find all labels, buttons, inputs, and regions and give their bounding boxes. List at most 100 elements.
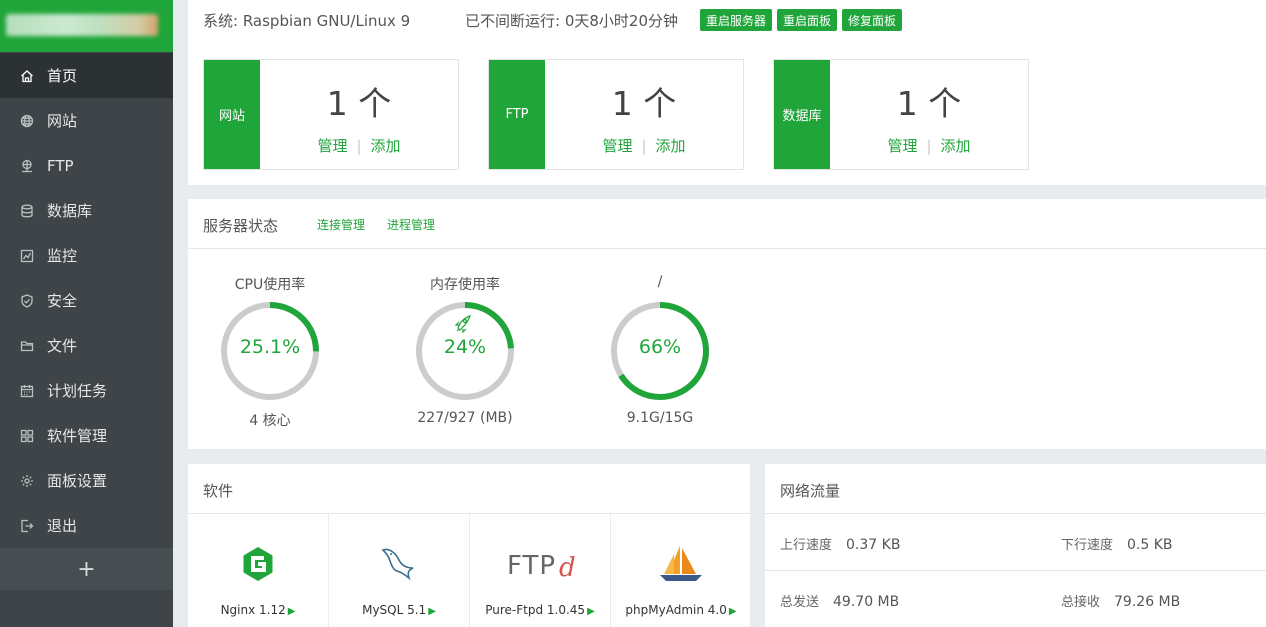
- database-icon: [20, 204, 34, 218]
- status-title: 服务器状态: [203, 217, 279, 235]
- sidebar-item-software[interactable]: 软件管理: [0, 413, 173, 458]
- sidebar-item-label: 软件管理: [47, 427, 108, 445]
- software-item-pureftpd[interactable]: FTP d Pure-Ftpd 1.0.45 ▶: [470, 514, 611, 627]
- gauge-value: 24%: [443, 336, 487, 358]
- sidebar-item-database[interactable]: 数据库: [0, 188, 173, 233]
- play-icon: ▶: [587, 606, 595, 617]
- card-count: 1 个: [326, 84, 392, 123]
- network-panel: 网络流量 上行速度 0.37 KB 下行速度 0.5 KB 总发送 49.70 MB …: [765, 464, 1266, 627]
- header-bar: 系统: Raspbian GNU/Linux 9 已不间断运行: 0天8小时20…: [188, 0, 1266, 45]
- memory-gauge[interactable]: 内存使用率 24% 227/927 (MB): [400, 274, 530, 426]
- download-speed: 下行速度 0.5 KB: [1061, 537, 1173, 553]
- card-count: 1 个: [611, 84, 677, 123]
- separator: |: [356, 137, 362, 155]
- software-item-phpmyadmin[interactable]: phpMyAdmin 4.0 ▶: [611, 514, 751, 627]
- connection-manage-link[interactable]: 连接管理: [317, 216, 365, 233]
- globe-icon: [20, 114, 34, 128]
- manage-link[interactable]: 管理: [317, 137, 347, 155]
- total-received: 总接收 79.26 MB: [1061, 594, 1181, 610]
- card-tag: 网站: [204, 60, 260, 169]
- card-links: 管理 | 添加: [260, 135, 458, 156]
- monitor-icon: [20, 249, 34, 263]
- gauge-label: 内存使用率: [430, 277, 500, 293]
- ftpd-logo: FTP d: [470, 544, 610, 584]
- process-manage-link[interactable]: 进程管理: [387, 216, 435, 233]
- add-link[interactable]: 添加: [941, 137, 971, 155]
- status-header: 服务器状态 连接管理 进程管理: [188, 199, 1266, 249]
- sidebar-item-settings[interactable]: 面板设置: [0, 458, 173, 503]
- ftp-card: FTP 1 个 管理 | 添加: [488, 59, 744, 170]
- sidebar: 首页 网站 FTP 数据库 监控 安全 文件 计划任务 软件管理 面板设置 退出…: [0, 0, 173, 627]
- network-header: 网络流量: [765, 464, 1266, 514]
- svg-text:FTP: FTP: [507, 551, 556, 581]
- calendar-icon: [20, 384, 34, 398]
- system-info: 系统: Raspbian GNU/Linux 9: [203, 12, 411, 30]
- software-title: 软件: [203, 482, 234, 500]
- uptime-info: 已不间断运行: 0天8小时20分钟: [465, 12, 678, 30]
- sidebar-item-monitor[interactable]: 监控: [0, 233, 173, 278]
- sidebar-item-label: 首页: [47, 67, 78, 85]
- rocket-icon: [454, 315, 471, 334]
- database-card: 数据库 1 个 管理 | 添加: [773, 59, 1029, 170]
- software-name: MySQL 5.1 ▶: [362, 603, 436, 617]
- cpu-gauge[interactable]: CPU使用率 25.1% 4 核心: [205, 274, 335, 430]
- sidebar-item-label: 计划任务: [47, 382, 108, 400]
- gauge-subtext: 9.1G/15G: [626, 410, 694, 426]
- sidebar-item-files[interactable]: 文件: [0, 323, 173, 368]
- restart-server-button[interactable]: 重启服务器: [700, 9, 772, 31]
- software-name: Nginx 1.12 ▶: [220, 603, 296, 617]
- manage-link[interactable]: 管理: [887, 137, 917, 155]
- sidebar-item-logout[interactable]: 退出: [0, 503, 173, 548]
- gauge-label: CPU使用率: [234, 277, 306, 293]
- svg-text:d: d: [559, 553, 575, 583]
- mysql-logo: [329, 544, 469, 584]
- logout-icon: [20, 519, 34, 533]
- sidebar-item-label: FTP: [47, 156, 74, 175]
- play-icon: ▶: [428, 606, 436, 617]
- sidebar-item-label: 面板设置: [47, 472, 108, 490]
- gauge-subtext: 4 核心: [249, 413, 291, 429]
- play-icon: ▶: [728, 606, 737, 617]
- play-icon: ▶: [287, 606, 296, 617]
- sidebar-item-label: 安全: [47, 292, 78, 310]
- separator: |: [926, 137, 932, 155]
- nginx-logo: [188, 544, 328, 584]
- software-panel: 软件 Nginx 1.12 ▶ MySQL 5.1 ▶ FTP d Pure-Ftpd…: [188, 464, 750, 627]
- repair-panel-button[interactable]: 修复面板: [842, 9, 902, 31]
- sidebar-item-label: 退出: [47, 517, 78, 535]
- sidebar-item-label: 数据库: [47, 202, 93, 220]
- apps-icon: [20, 429, 34, 443]
- software-item-mysql[interactable]: MySQL 5.1 ▶: [329, 514, 470, 627]
- sidebar-item-label: 网站: [47, 112, 78, 130]
- sidebar-item-ftp[interactable]: FTP: [0, 143, 173, 188]
- website-card: 网站 1 个 管理 | 添加: [203, 59, 459, 170]
- home-icon: [20, 69, 34, 83]
- phpmyadmin-logo: [611, 544, 751, 584]
- gauge-subtext: 227/927 (MB): [417, 410, 513, 426]
- total-sent: 总发送 49.70 MB: [780, 594, 900, 610]
- manage-link[interactable]: 管理: [602, 137, 632, 155]
- sidebar-item-website[interactable]: 网站: [0, 98, 173, 143]
- software-item-nginx[interactable]: Nginx 1.12 ▶: [188, 514, 329, 627]
- gauge-value: 25.1%: [239, 336, 301, 358]
- sidebar-item-label: 文件: [47, 337, 78, 355]
- folder-icon: [20, 339, 34, 353]
- restart-panel-button[interactable]: 重启面板: [777, 9, 837, 31]
- logo-bar: [0, 0, 173, 52]
- sidebar-item-home[interactable]: 首页: [0, 53, 173, 98]
- sidebar-item-cron[interactable]: 计划任务: [0, 368, 173, 413]
- sidebar-nav: 首页 网站 FTP 数据库 监控 安全 文件 计划任务 软件管理 面板设置 退出: [0, 53, 173, 548]
- disk-gauge[interactable]: / 66% 9.1G/15G: [595, 274, 725, 426]
- add-menu-button[interactable]: +: [0, 548, 173, 590]
- software-name: phpMyAdmin 4.0 ▶: [625, 603, 737, 617]
- overview-panel: 网站 1 个 管理 | 添加 FTP 1 个 管理 | 添加 数据库 1 个 管理 | 添加: [188, 44, 1266, 185]
- upload-speed: 上行速度 0.37 KB: [780, 537, 901, 553]
- ftp-icon: [20, 159, 34, 173]
- add-link[interactable]: 添加: [656, 137, 686, 155]
- gauge-value: 66%: [638, 336, 682, 358]
- network-title: 网络流量: [780, 482, 841, 500]
- card-tag: FTP: [489, 60, 545, 169]
- sidebar-item-security[interactable]: 安全: [0, 278, 173, 323]
- add-link[interactable]: 添加: [371, 137, 401, 155]
- separator: |: [641, 137, 647, 155]
